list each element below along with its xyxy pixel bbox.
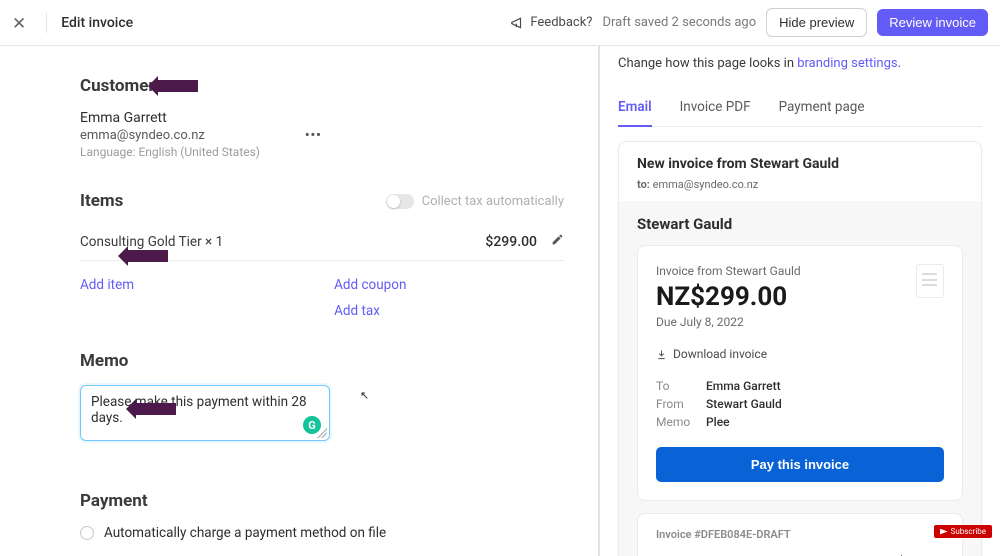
pencil-icon[interactable] xyxy=(551,233,564,250)
invoice-summary-card: Invoice from Stewart Gauld NZ$299.00 Due… xyxy=(637,245,963,501)
payment-option-auto[interactable]: Automatically charge a payment method on… xyxy=(80,525,564,541)
pay-invoice-button[interactable]: Pay this invoice xyxy=(656,447,944,482)
megaphone-icon xyxy=(510,16,524,30)
toggle-icon xyxy=(386,194,414,209)
download-icon xyxy=(656,349,667,360)
branding-settings-link[interactable]: branding settings xyxy=(797,56,897,71)
download-invoice-link[interactable]: Download invoice xyxy=(656,347,944,361)
more-icon[interactable]: ••• xyxy=(305,128,322,143)
add-item-link[interactable]: Add item xyxy=(80,277,134,319)
preview-tabs: Email Invoice PDF Payment page xyxy=(618,93,982,127)
period: . xyxy=(898,56,901,71)
customer-name: Emma Garrett xyxy=(80,110,564,126)
sender-name: Stewart Gauld xyxy=(637,215,963,233)
memo-key: Memo xyxy=(656,415,706,429)
payment-heading: Payment xyxy=(80,491,148,511)
invoice-items-card: Invoice #DFEB084E-DRAFT Consulting Gold … xyxy=(637,513,963,556)
invoice-number: Invoice #DFEB084E-DRAFT xyxy=(656,528,944,541)
memo-input[interactable]: Please make this payment within 28 days.… xyxy=(80,385,330,441)
subscribe-label: Subscribe xyxy=(951,527,986,536)
to-key: To xyxy=(656,379,706,393)
add-coupon-link[interactable]: Add coupon xyxy=(334,277,406,293)
tax-toggle-label: Collect tax automatically xyxy=(422,194,564,209)
email-to: to: emma@syndeo.co.nz xyxy=(637,178,963,191)
tab-invoice-pdf[interactable]: Invoice PDF xyxy=(680,93,751,126)
close-icon[interactable]: ✕ xyxy=(12,12,32,34)
divider xyxy=(46,13,47,33)
cursor-icon: ↖ xyxy=(360,389,369,402)
customer-language: Language: English (United States) xyxy=(80,145,564,159)
email-to-label: to: xyxy=(637,178,650,191)
customer-heading: Customer xyxy=(80,76,155,96)
resize-handle-icon[interactable] xyxy=(317,428,327,438)
invoice-amount: NZ$299.00 xyxy=(656,282,944,312)
document-icon xyxy=(916,264,944,298)
tab-email[interactable]: Email xyxy=(618,93,652,127)
payment-section: Payment Automatically charge a payment m… xyxy=(80,491,564,541)
memo-heading: Memo xyxy=(80,351,128,371)
page-title: Edit invoice xyxy=(61,15,133,31)
hide-preview-button[interactable]: Hide preview xyxy=(766,8,867,37)
from-key: From xyxy=(656,397,706,411)
from-value: Stewart Gauld xyxy=(706,397,944,411)
memo-value: Plee xyxy=(706,415,944,429)
review-invoice-button[interactable]: Review invoice xyxy=(877,9,988,36)
line-item-name: Consulting Gold Tier × 1 xyxy=(80,234,223,250)
tax-toggle[interactable]: Collect tax automatically xyxy=(386,194,564,209)
feedback-label: Feedback? xyxy=(530,15,592,30)
draft-saved-status: Draft saved 2 seconds ago xyxy=(602,15,756,30)
line-item-price: $299.00 xyxy=(485,234,537,250)
edit-pane: Customer Emma Garrett emma@syndeo.co.nz … xyxy=(0,46,600,556)
invoice-details: To Emma Garrett From Stewart Gauld Memo … xyxy=(656,379,944,429)
invoice-from: Invoice from Stewart Gauld xyxy=(656,264,944,278)
subscribe-badge[interactable]: Subscribe xyxy=(934,525,992,538)
download-label: Download invoice xyxy=(673,347,767,361)
memo-text: Please make this payment within 28 days. xyxy=(91,394,307,426)
memo-section: Memo Please make this payment within 28 … xyxy=(80,351,564,441)
branding-text: Change how this page looks in xyxy=(618,56,797,71)
customer-email: emma@syndeo.co.nz xyxy=(80,128,205,143)
tab-payment-page[interactable]: Payment page xyxy=(779,93,865,126)
line-item-row[interactable]: Consulting Gold Tier × 1 $299.00 xyxy=(80,223,564,261)
branding-note: Change how this page looks in branding s… xyxy=(618,56,982,71)
email-preview-card: New invoice from Stewart Gauld to: emma@… xyxy=(618,141,982,556)
items-heading: Items xyxy=(80,191,123,211)
email-to-address: emma@syndeo.co.nz xyxy=(653,178,759,191)
add-tax-link[interactable]: Add tax xyxy=(334,303,406,319)
feedback-link[interactable]: Feedback? xyxy=(510,15,592,30)
email-subject: New invoice from Stewart Gauld xyxy=(637,156,963,172)
to-value: Emma Garrett xyxy=(706,379,944,393)
payment-option-label: Automatically charge a payment method on… xyxy=(104,525,386,541)
customer-section: Customer Emma Garrett emma@syndeo.co.nz … xyxy=(80,76,564,159)
invoice-due: Due July 8, 2022 xyxy=(656,315,944,329)
radio-icon xyxy=(80,526,94,540)
topbar: ✕ Edit invoice Feedback? Draft saved 2 s… xyxy=(0,0,1000,46)
preview-pane: Change how this page looks in branding s… xyxy=(600,46,1000,556)
items-section: Items Collect tax automatically Consulti… xyxy=(80,191,564,319)
